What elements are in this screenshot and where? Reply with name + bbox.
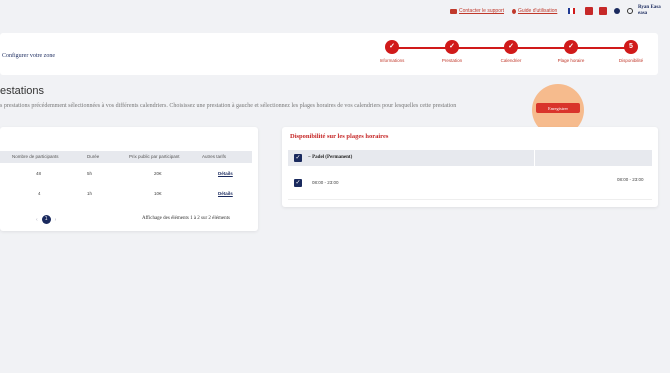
column-header: Prix public par participant	[129, 154, 180, 159]
step-label: Calendrier	[500, 58, 522, 63]
french-flag-icon[interactable]	[568, 8, 575, 14]
page-button[interactable]: 1	[41, 215, 51, 224]
group-checkbox[interactable]: ✓	[294, 154, 302, 162]
group-label[interactable]: − Padel (Permanent)	[308, 155, 352, 160]
pagination: ‹ 1 ›	[36, 215, 56, 224]
user-guide-link[interactable]: Guide d'utilisation	[512, 8, 557, 14]
prev-page-icon[interactable]: ‹	[36, 217, 38, 223]
prestations-card: Nombre de participants Durée Prix public…	[0, 127, 258, 231]
duration-cell: 1h	[87, 191, 93, 196]
availability-group-header: ✓ − Padel (Permanent)	[288, 150, 652, 166]
check-icon: ✓	[385, 40, 399, 54]
details-link[interactable]: Détails	[218, 191, 233, 196]
step-label: Prestation	[441, 58, 463, 63]
duration-cell: 5h	[87, 171, 93, 176]
save-button[interactable]: Enregistrer	[536, 103, 580, 113]
top-bar: Contacter le support Guide d'utilisation…	[0, 0, 670, 28]
stepper-title: Configurer votre zone	[2, 53, 55, 59]
participants-cell: 48	[36, 171, 42, 176]
settings-icon[interactable]	[614, 8, 620, 14]
pagination-info: Affichage des éléments 1 à 2 sur 2 éléme…	[142, 216, 230, 221]
calendar-slot-time: 08:00 - 23:00	[617, 177, 644, 182]
lightbulb-icon	[512, 8, 516, 14]
check-icon: ✓	[564, 40, 578, 54]
availability-card: Disponibilité sur les plages horaires ✓ …	[282, 127, 658, 207]
column-header: Autres tarifs	[202, 154, 227, 159]
time-slot-row[interactable]: ✓ 08:00 - 23:00 08:00 - 23:00	[288, 167, 652, 200]
availability-title: Disponibilité sur les plages horaires	[290, 133, 389, 140]
contact-support-link[interactable]: Contacter le support	[450, 8, 504, 14]
power-icon[interactable]	[627, 8, 633, 14]
step-number: 5	[624, 40, 638, 54]
price-cell: 20€	[154, 171, 162, 176]
slot-time: 08:00 - 23:00	[312, 180, 339, 185]
mail-icon	[450, 8, 457, 14]
details-link[interactable]: Détails	[218, 171, 233, 176]
stepper-card: Configurer votre zone ✓ Informations ✓ P…	[0, 33, 658, 75]
price-cell: 10€	[154, 191, 162, 196]
step-informations[interactable]: ✓ Informations	[362, 40, 422, 63]
step-plage-horaire[interactable]: ✓ Plage horaire	[541, 40, 601, 63]
collapse-icon: −	[308, 155, 311, 160]
participants-cell: 4	[38, 191, 41, 196]
step-label: Informations	[379, 58, 405, 63]
check-icon: ✓	[445, 40, 459, 54]
slot-checkbox[interactable]: ✓	[294, 179, 302, 187]
step-prestation[interactable]: ✓ Prestation	[422, 40, 482, 63]
step-label: Disponibilité	[618, 58, 644, 63]
step-disponibilite[interactable]: 5 Disponibilité	[601, 40, 661, 63]
check-icon: ✓	[504, 40, 518, 54]
youtube-icon[interactable]	[599, 7, 607, 15]
section-title: estations	[0, 85, 45, 97]
column-header: Nombre de participants	[12, 154, 59, 159]
user-name[interactable]: Ryan Easa easa	[638, 5, 661, 17]
app-icon[interactable]	[585, 7, 593, 15]
table-header: Nombre de participants Durée Prix public…	[0, 151, 252, 163]
next-page-icon[interactable]: ›	[55, 217, 57, 223]
step-calendrier[interactable]: ✓ Calendrier	[481, 40, 541, 63]
column-header: Durée	[87, 154, 100, 159]
header-divider	[534, 150, 535, 166]
section-description: s prestations précédemment sélectionnées…	[0, 103, 457, 109]
step-label: Plage horaire	[557, 58, 585, 63]
